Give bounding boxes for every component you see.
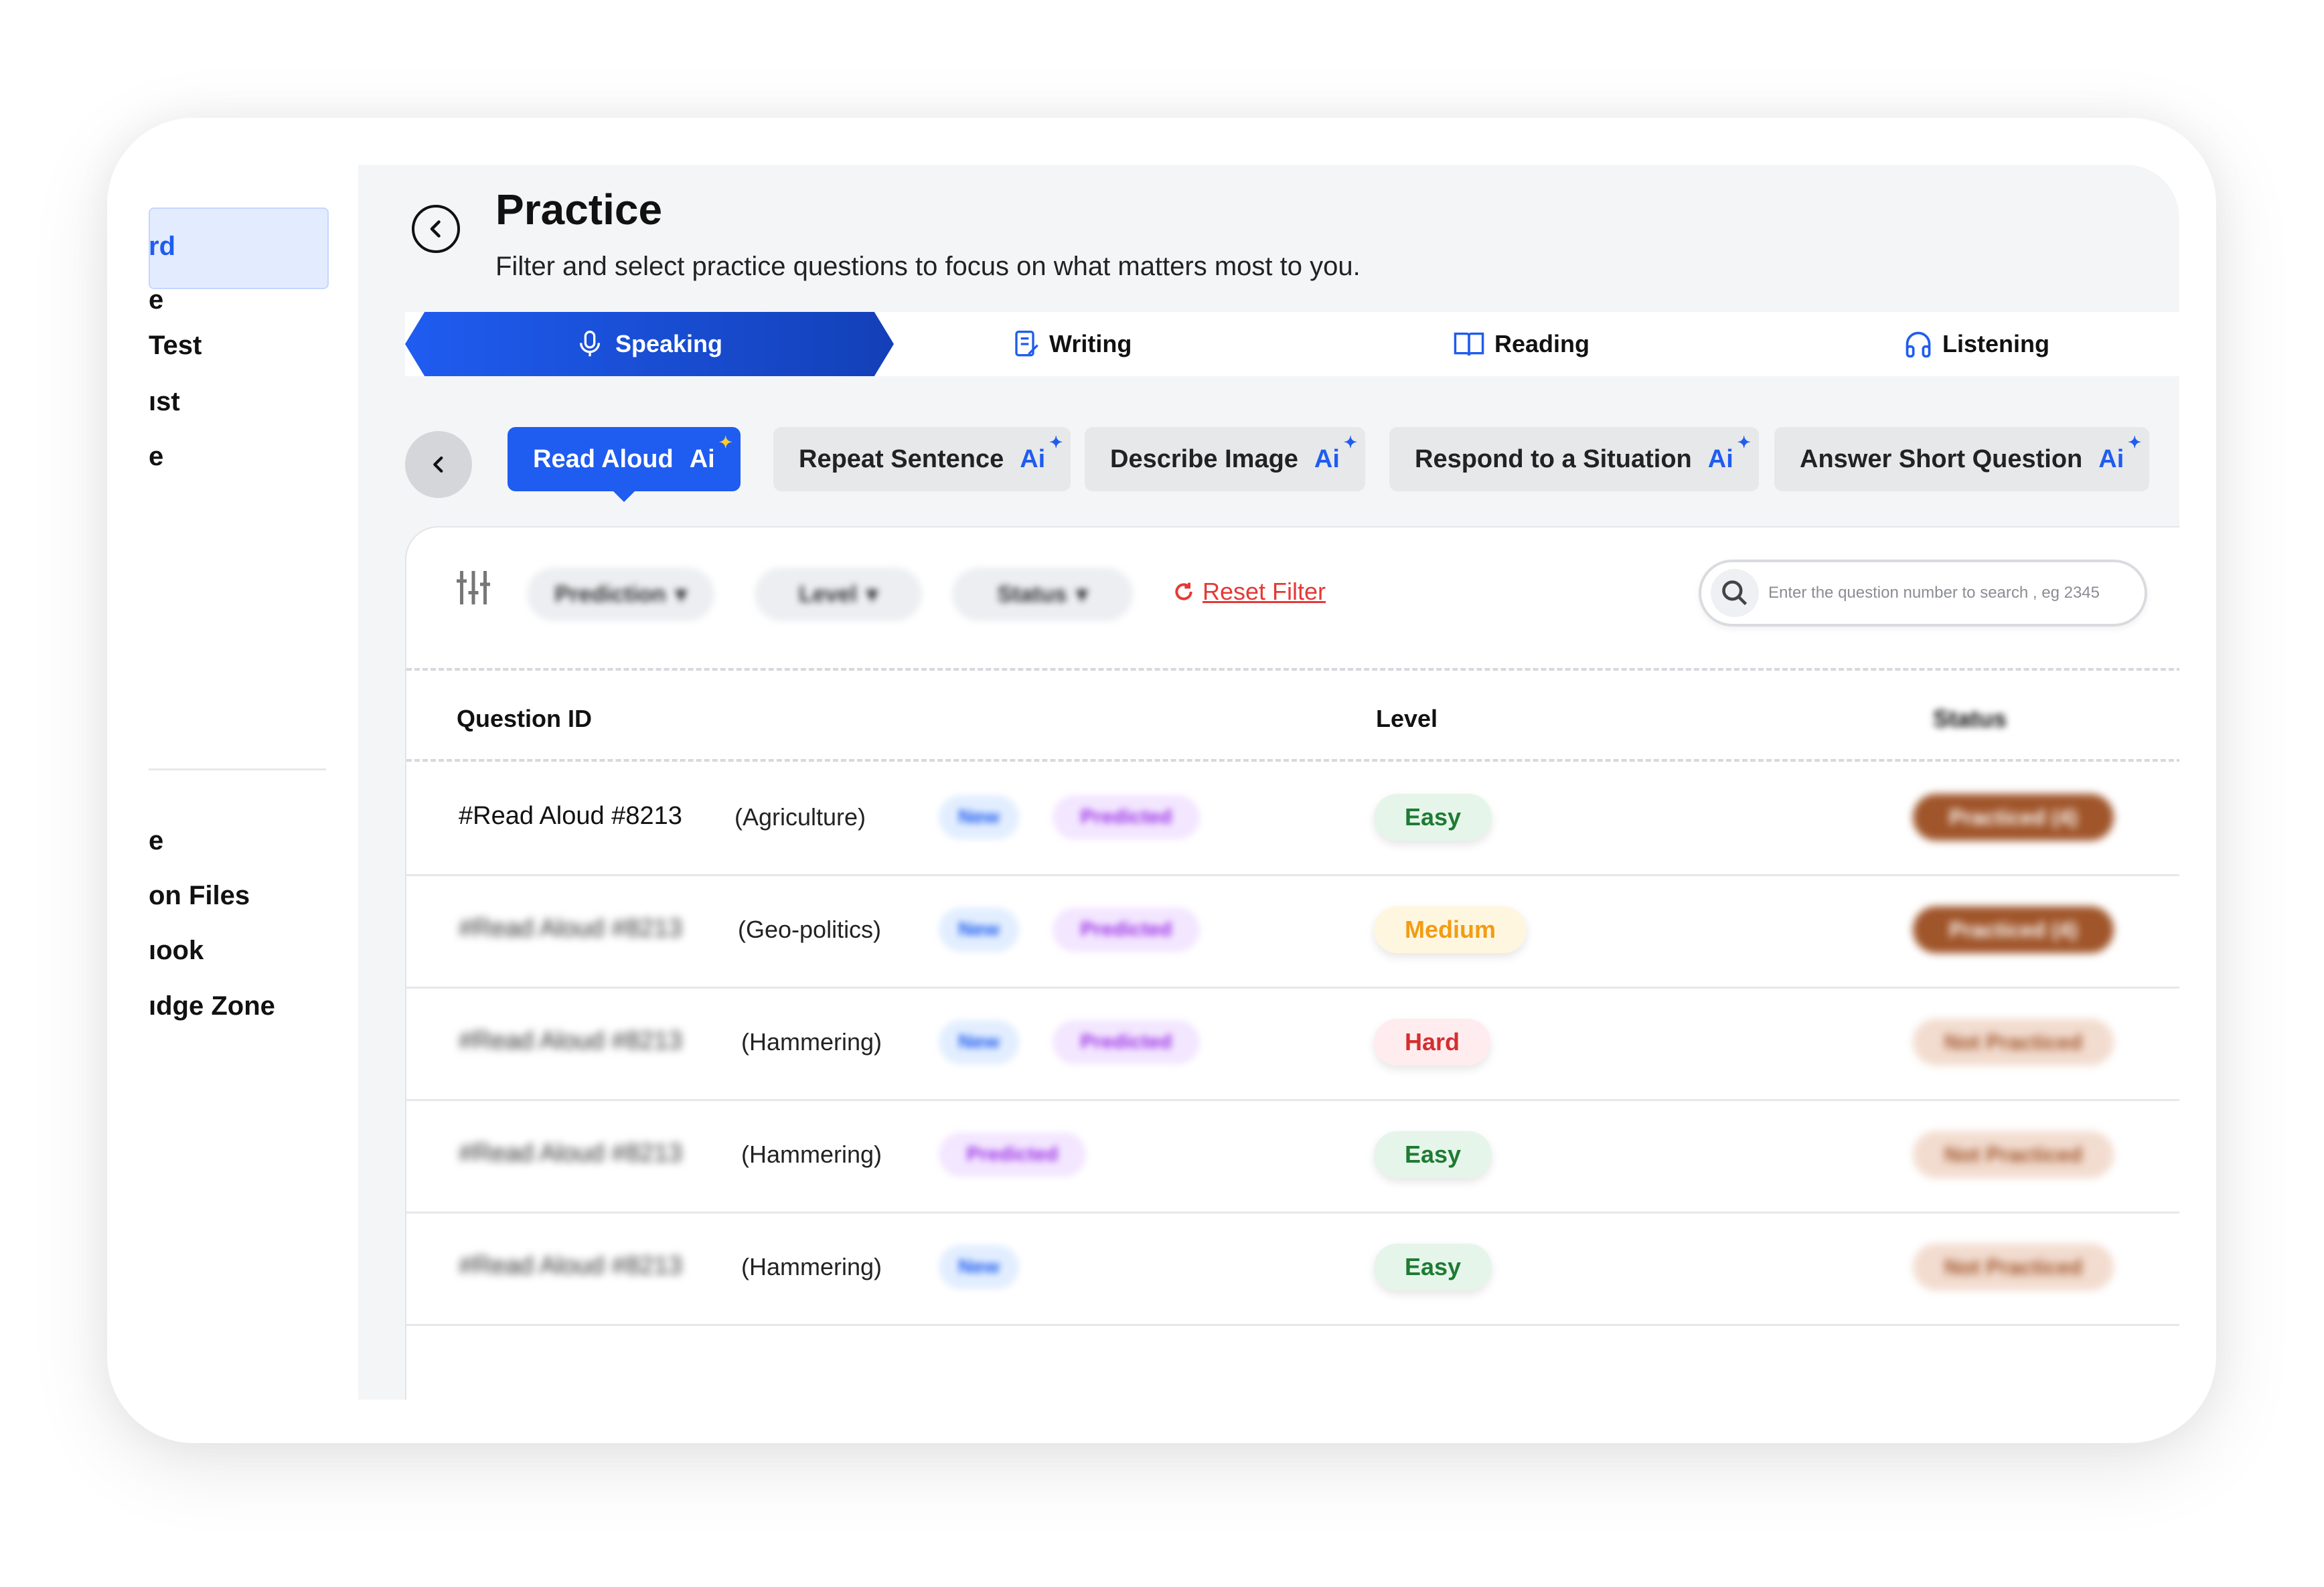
level-badge: Easy (1374, 1244, 1492, 1290)
level-badge: Medium (1374, 906, 1527, 953)
tab-listening-label: Listening (1942, 330, 2049, 357)
document-edit-icon (1015, 330, 1038, 357)
reset-filter-button[interactable]: Reset Filter (1173, 578, 1326, 606)
column-header-status: Status (1933, 705, 2007, 732)
chip-label: Repeat Sentence (799, 444, 1004, 473)
chip-describe-image[interactable]: Describe Image Ai ✦ (1085, 427, 1365, 491)
predicted-badge: Predicted (1053, 795, 1200, 839)
level-filter-dropdown[interactable]: Level ▾ (755, 568, 922, 621)
tab-listening[interactable]: Listening (1904, 312, 2049, 376)
table-row[interactable]: #Read Aloud #8213 (Geo-politics) New Pre… (406, 874, 2179, 989)
question-topic: (Hammering) (741, 1253, 882, 1280)
microphone-icon (579, 331, 600, 357)
reset-filter-label: Reset Filter (1203, 578, 1326, 605)
refresh-icon (1175, 582, 1192, 600)
column-header-question-id: Question ID (457, 705, 593, 732)
sidebar-item-book[interactable]: ıook (149, 936, 316, 966)
level-badge: Easy (1374, 794, 1492, 841)
new-badge: New (939, 1245, 1019, 1289)
table-row[interactable]: #Read Aloud #8213 (Hammering) New Easy N… (406, 1212, 2179, 1326)
tab-speaking[interactable]: Speaking (405, 312, 894, 376)
predicted-badge: Predicted (1053, 908, 1200, 952)
main-content: Practice Filter and select practice ques… (358, 165, 2179, 1400)
sidebar-divider (149, 768, 326, 770)
ai-badge-icon: Ai ✦ (1314, 433, 1357, 473)
table-row[interactable]: #Read Aloud #8213 (Hammering) Predicted … (406, 1099, 2179, 1214)
sidebar: rd e Test ıst e e on Files ıook ıdge Zon… (107, 118, 358, 1443)
tab-reading-label: Reading (1494, 330, 1590, 357)
tab-writing[interactable]: Writing (1013, 312, 1132, 376)
chips-prev-button[interactable] (405, 431, 472, 498)
chip-read-aloud[interactable]: Read Aloud Ai ✦ (508, 427, 741, 502)
tab-speaking-label: Speaking (615, 330, 723, 357)
search-icon (1711, 569, 1759, 617)
prediction-filter-dropdown[interactable]: Prediction ▾ (527, 568, 714, 621)
ai-badge-icon: Ai ✦ (1020, 433, 1063, 473)
chip-answer-short-question[interactable]: Answer Short Question Ai ✦ (1774, 427, 2150, 491)
status-badge: Practiced (4) (1913, 906, 2114, 953)
chip-label: Describe Image (1110, 444, 1298, 473)
divider (406, 668, 2179, 671)
column-header-level: Level (1376, 705, 1438, 732)
chip-label: Answer Short Question (1800, 444, 2083, 473)
level-badge: Easy (1374, 1131, 1492, 1178)
table-row[interactable]: #Read Aloud #8213 (Hammering) New Predic… (406, 987, 2179, 1101)
status-badge: Not Practiced (1913, 1131, 2114, 1178)
search-input[interactable]: Enter the question number to search , eg… (1699, 560, 2147, 627)
chevron-down-icon: ▾ (675, 582, 687, 607)
status-badge: Not Practiced (1913, 1244, 2114, 1290)
skill-tabs: Speaking Writing Reading Listening (405, 312, 2179, 376)
new-badge: New (939, 795, 1019, 839)
device-frame: rd e Test ıst e e on Files ıook ıdge Zon… (107, 118, 2216, 1443)
chevron-down-icon: ▾ (866, 582, 878, 607)
chevron-down-icon: ▾ (1076, 582, 1088, 607)
headphones-icon (1906, 331, 1931, 358)
tab-writing-label: Writing (1049, 330, 1132, 357)
sliders-icon[interactable] (453, 568, 493, 608)
chip-label: Read Aloud (533, 444, 674, 473)
ai-badge-icon: Ai ✦ (1707, 433, 1751, 473)
ai-badge-icon: Ai ✦ (2098, 433, 2142, 473)
question-topic: (Hammering) (741, 1141, 882, 1168)
question-id[interactable]: #Read Aloud #8213 (459, 802, 682, 831)
sidebar-item-files[interactable]: on Files (149, 881, 316, 911)
table-row[interactable]: #Read Aloud #8213 (Agriculture) New Pred… (406, 762, 2179, 876)
question-id[interactable]: #Read Aloud #8213 (459, 1139, 682, 1168)
page-title: Practice (495, 185, 663, 234)
chevron-left-icon (433, 456, 443, 473)
page-subtitle: Filter and select practice questions to … (495, 252, 1361, 281)
new-badge: New (939, 1020, 1019, 1064)
status-badge: Not Practiced (1913, 1019, 2114, 1066)
predicted-badge: Predicted (939, 1133, 1086, 1177)
ai-badge-icon: Ai ✦ (689, 433, 732, 473)
status-filter-dropdown[interactable]: Status ▾ (952, 568, 1133, 621)
chevron-left-icon (430, 220, 441, 238)
question-id[interactable]: #Read Aloud #8213 (459, 1252, 682, 1280)
question-topic: (Agriculture) (734, 803, 866, 831)
tab-reading[interactable]: Reading (1453, 312, 1590, 376)
sidebar-item-2[interactable]: e (149, 285, 316, 315)
chip-respond-situation[interactable]: Respond to a Situation Ai ✦ (1389, 427, 1759, 491)
question-id[interactable]: #Read Aloud #8213 (459, 914, 682, 943)
sidebar-item-test[interactable]: Test (149, 331, 316, 361)
question-id[interactable]: #Read Aloud #8213 (459, 1027, 682, 1056)
sidebar-item-5[interactable]: e (149, 442, 316, 472)
chip-repeat-sentence[interactable]: Repeat Sentence Ai ✦ (773, 427, 1071, 491)
new-badge: New (939, 908, 1019, 952)
chip-label: Respond to a Situation (1415, 444, 1692, 473)
sidebar-item-4[interactable]: ıst (149, 387, 316, 417)
predicted-badge: Predicted (1053, 1020, 1200, 1064)
status-badge: Practiced (4) (1913, 794, 2114, 841)
search-placeholder: Enter the question number to search , eg… (1768, 584, 2100, 602)
sidebar-item-knowledge-zone[interactable]: ıdge Zone (149, 991, 316, 1021)
back-button[interactable] (412, 205, 460, 253)
book-open-icon (1454, 332, 1484, 356)
level-badge: Hard (1374, 1019, 1491, 1066)
question-topic: (Geo-politics) (738, 916, 882, 943)
sidebar-item-6[interactable]: e (149, 826, 316, 856)
sidebar-item-dashboard[interactable]: rd (149, 232, 316, 262)
question-topic: (Hammering) (741, 1028, 882, 1056)
questions-panel: Prediction ▾ Level ▾ Status ▾ Reset Filter … (405, 526, 2179, 1400)
